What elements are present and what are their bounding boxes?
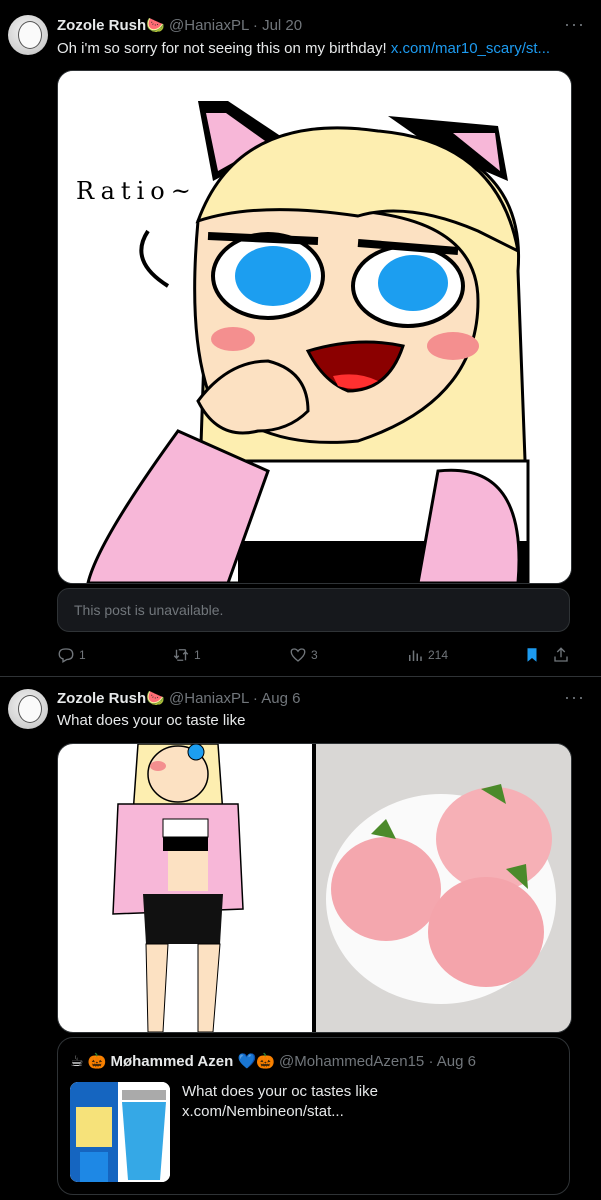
tweet-link[interactable]: x.com/mar10_scary/st...: [391, 40, 550, 57]
reply-icon: [58, 648, 74, 663]
views-count: 214: [428, 648, 449, 662]
watermelon-emoji: 🍉: [146, 17, 165, 34]
reply-count: 1: [79, 648, 86, 662]
quoted-author-handle[interactable]: @MohammedAzen15: [279, 1053, 424, 1070]
repost-button[interactable]: 1: [172, 646, 201, 664]
author-name[interactable]: Zozole Rush: [57, 17, 146, 34]
avatar[interactable]: [8, 15, 48, 55]
share-icon: [554, 647, 568, 662]
quoted-author-name[interactable]: Møhammed Azen: [110, 1053, 233, 1070]
peach-mochi-image[interactable]: [316, 744, 571, 1032]
like-icon: [290, 648, 306, 662]
more-icon[interactable]: ···: [564, 687, 585, 708]
tweet-date[interactable]: Jul 20: [262, 17, 302, 34]
quoted-prefix-emoji: ☕ 🎃: [70, 1053, 107, 1070]
quoted-tweet[interactable]: ☕ 🎃 Møhammed Azen 💙🎃 @MohammedAzen15 · A…: [57, 1037, 570, 1195]
author-name[interactable]: Zozole Rush: [57, 690, 146, 707]
oc-drawing: Ratio~: [58, 71, 571, 583]
unavailable-post-notice: This post is unavailable.: [57, 588, 570, 632]
tweet-2[interactable]: Zozole Rush🍉 @HaniaxPL · Aug 6 ··· What …: [0, 677, 601, 1200]
tweet-header: Zozole Rush🍉 @HaniaxPL · Jul 20: [57, 17, 303, 34]
author-handle[interactable]: @HaniaxPL: [169, 17, 249, 34]
views-icon: [409, 650, 422, 661]
share-button[interactable]: [552, 646, 570, 664]
like-count: 3: [311, 648, 318, 662]
tweet-text: Oh i'm so sorry for not seeing this on m…: [57, 40, 551, 57]
like-button[interactable]: 3: [289, 646, 318, 664]
tweet-image-drawing[interactable]: Ratio~: [57, 70, 572, 584]
quoted-thumbnail-image: [70, 1082, 170, 1182]
tweet-date[interactable]: Aug 6: [261, 690, 300, 707]
quoted-tweet-date[interactable]: Aug 6: [437, 1053, 476, 1070]
quoted-tweet-header: ☕ 🎃 Møhammed Azen 💙🎃 @MohammedAzen15 · A…: [70, 1053, 476, 1070]
oc-fullbody-image[interactable]: [58, 744, 312, 1032]
tweet-actions: 1 1 3 214: [57, 646, 572, 666]
quoted-author-emoji: 💙🎃: [237, 1053, 275, 1070]
more-icon[interactable]: ···: [564, 14, 585, 35]
quoted-tweet-link[interactable]: x.com/Nembineon/stat...: [182, 1102, 378, 1122]
tweet-text: What does your oc taste like: [57, 712, 246, 729]
tweet-header: Zozole Rush🍉 @HaniaxPL · Aug 6: [57, 690, 301, 707]
repost-icon: [173, 649, 189, 661]
peach-mochi-photo: [316, 744, 571, 1032]
tweet-1[interactable]: Zozole Rush🍉 @HaniaxPL · Jul 20 ··· Oh i…: [0, 0, 601, 677]
views-button[interactable]: 214: [406, 646, 448, 664]
avatar[interactable]: [8, 689, 48, 729]
quoted-tweet-text: What does your oc tastes like x.com/Nemb…: [182, 1083, 378, 1122]
bookmark-icon: [527, 648, 537, 662]
watermelon-emoji: 🍉: [146, 690, 165, 707]
repost-count: 1: [194, 648, 201, 662]
quoted-tweet-thumbnail[interactable]: [70, 1082, 170, 1182]
oc-fullbody-drawing: [112, 744, 244, 1032]
drawing-caption: Ratio~: [76, 177, 197, 205]
tweet-media-grid: [57, 743, 572, 1033]
author-handle[interactable]: @HaniaxPL: [169, 690, 249, 707]
reply-button[interactable]: 1: [57, 646, 86, 664]
bookmark-button[interactable]: [523, 646, 541, 664]
